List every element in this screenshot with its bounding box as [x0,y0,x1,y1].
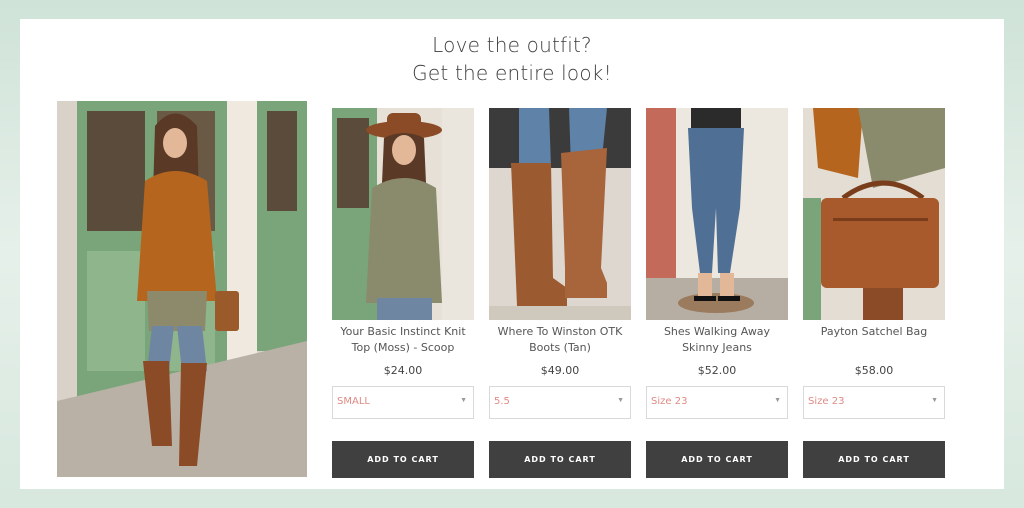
add-to-cart-button[interactable]: ADD TO CART [803,441,945,478]
add-to-cart-button[interactable]: ADD TO CART [332,441,474,478]
product-image[interactable] [803,108,945,320]
product-card-satchel-bag: Payton Satchel Bag $58.00 Size 23 ▼ ADD … [803,108,945,478]
product-name[interactable]: Where To Winston OTK Boots (Tan) [489,324,631,360]
product-name[interactable]: Your Basic Instinct Knit Top (Moss) - Sc… [332,324,474,360]
product-image[interactable] [489,108,631,320]
product-name[interactable]: Shes Walking Away Skinny Jeans [646,324,788,360]
size-select[interactable]: 5.5 ▼ [489,386,631,419]
chevron-down-icon: ▼ [931,397,938,404]
product-card-knit-top: Your Basic Instinct Knit Top (Moss) - Sc… [332,108,474,478]
product-price: $58.00 [854,364,894,377]
product-card-skinny-jeans: Shes Walking Away Skinny Jeans $52.00 Si… [646,108,788,478]
size-select-value: 5.5 [494,396,510,407]
outfit-hero-image [57,101,307,477]
size-select[interactable]: SMALL ▼ [332,386,474,419]
chevron-down-icon: ▼ [460,397,467,404]
size-select-value: SMALL [337,396,370,407]
size-select[interactable]: Size 23 ▼ [646,386,788,419]
title-line-2: Get the entire look! [412,61,612,85]
product-price: $52.00 [697,364,737,377]
product-image[interactable] [646,108,788,320]
size-select[interactable]: Size 23 ▼ [803,386,945,419]
product-price: $24.00 [383,364,423,377]
product-image[interactable] [332,108,474,320]
product-name[interactable]: Payton Satchel Bag [803,324,945,360]
add-to-cart-button[interactable]: ADD TO CART [646,441,788,478]
title-line-1: Love the outfit? [432,33,592,57]
chevron-down-icon: ▼ [774,397,781,404]
size-select-value: Size 23 [808,396,845,407]
page-title: Love the outfit? Get the entire look! [20,31,1004,87]
chevron-down-icon: ▼ [617,397,624,404]
product-card-otk-boots: Where To Winston OTK Boots (Tan) $49.00 … [489,108,631,478]
size-select-value: Size 23 [651,396,688,407]
add-to-cart-button[interactable]: ADD TO CART [489,441,631,478]
product-price: $49.00 [540,364,580,377]
shop-the-look-panel: Love the outfit? Get the entire look! Yo… [20,19,1004,489]
